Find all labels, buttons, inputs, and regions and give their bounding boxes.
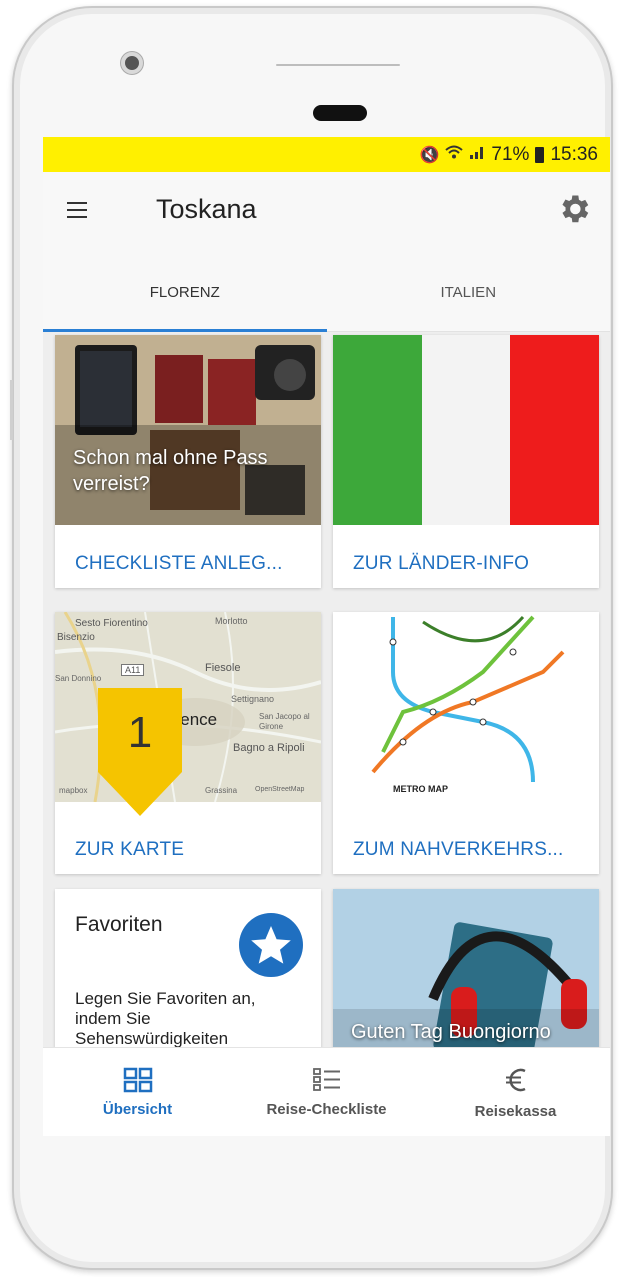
nav-budget-label: Reisekassa: [474, 1102, 557, 1120]
bottom-navigation: Übersicht Reise-Checkliste Reisekassa: [43, 1047, 610, 1136]
metro-map-title: METRO MAP: [393, 784, 448, 794]
transit-card[interactable]: METRO MAP ZUM NAHVERKEHRS...: [333, 612, 599, 874]
map-label-settignano: Settignano: [231, 694, 275, 704]
map-label-fiesole: Fiesole: [205, 662, 241, 674]
nav-checklist[interactable]: Reise-Checkliste: [232, 1048, 421, 1136]
nav-checklist-label: Reise-Checkliste: [266, 1100, 387, 1118]
star-icon: [239, 913, 303, 977]
front-camera: [121, 52, 143, 74]
tab-bar: FLORENZ ITALIEN: [43, 254, 610, 332]
map-label-bagno: Bagno a Ripoli: [233, 742, 305, 754]
map-label-sesto: Sesto Fiorentino: [75, 618, 148, 629]
favorites-card[interactable]: Favoriten Legen Sie Favoriten an, indem …: [55, 889, 321, 1047]
country-info-card[interactable]: ZUR LÄNDER-INFO: [333, 335, 599, 588]
nav-overview[interactable]: Übersicht: [43, 1048, 232, 1136]
screen: 🔇 71% 15:36 Toskana FLORENZ ITALIEN Scho…: [43, 137, 610, 1136]
transit-action-button[interactable]: ZUM NAHVERKEHRS...: [353, 839, 564, 861]
phone-top-line: [276, 64, 400, 66]
tab-florenz[interactable]: FLORENZ: [43, 254, 327, 332]
map-label-a11: A11: [121, 664, 145, 676]
map-label-san-donnino: San Donnino: [55, 674, 102, 683]
step-marker-number: 1: [127, 708, 153, 757]
language-overlay-text: Guten Tag Buongiorno: [351, 1021, 551, 1043]
side-button: [10, 380, 13, 440]
country-info-action-button[interactable]: ZUR LÄNDER-INFO: [353, 553, 529, 575]
signal-icon: [469, 145, 485, 164]
map-label-grassina: Grassina: [205, 786, 238, 795]
map-card[interactable]: Sesto Fiorentino Bisenzio Morlotto A11 F…: [55, 612, 321, 874]
map-action-button[interactable]: ZUR KARTE: [75, 839, 184, 861]
app-bar: Toskana: [43, 172, 610, 254]
nav-overview-label: Übersicht: [102, 1100, 173, 1118]
headphones-book-image: Guten Tag Buongiorno: [333, 889, 599, 1047]
wifi-icon: [445, 145, 464, 164]
map-attribution-osm: OpenStreetMap: [255, 786, 305, 793]
map-attribution-mapbox: mapbox: [59, 786, 88, 795]
checklist-icon: [312, 1067, 340, 1091]
metro-map-image: METRO MAP: [333, 612, 599, 802]
travel-items-image: Schon mal ohne Pass verreist?: [55, 335, 321, 525]
gear-icon[interactable]: [556, 191, 592, 227]
checklist-overlay-text: Schon mal ohne Pass verreist?: [73, 447, 268, 495]
hamburger-menu-icon[interactable]: [67, 202, 87, 218]
favorites-title: Favoriten: [75, 913, 163, 936]
city-map-image: Sesto Fiorentino Bisenzio Morlotto A11 F…: [55, 612, 321, 802]
italy-flag-image: [333, 335, 599, 525]
map-label-san-jacopo: San Jacopo al Girone: [259, 712, 310, 731]
map-label-morlotto: Morlotto: [215, 616, 248, 626]
map-label-bisenzio: Bisenzio: [57, 632, 95, 643]
battery-icon: [535, 146, 545, 163]
status-time: 15:36: [550, 143, 598, 165]
app-title: Toskana: [156, 194, 257, 224]
checklist-card[interactable]: Schon mal ohne Pass verreist? CHECKLISTE…: [55, 335, 321, 588]
grid-icon: [123, 1067, 152, 1092]
battery-percent: 71%: [491, 143, 530, 165]
status-bar: 🔇 71% 15:36: [43, 137, 610, 172]
mute-icon: 🔇: [419, 146, 440, 164]
tab-italien[interactable]: ITALIEN: [327, 254, 611, 331]
euro-icon: [505, 1068, 526, 1091]
favorites-description: Legen Sie Favoriten an, indem Sie Sehens…: [75, 989, 256, 1047]
language-card[interactable]: Guten Tag Buongiorno: [333, 889, 599, 1047]
checklist-action-button[interactable]: CHECKLISTE ANLEG...: [75, 553, 283, 575]
earpiece-speaker: [313, 105, 367, 121]
nav-budget[interactable]: Reisekassa: [421, 1048, 610, 1136]
